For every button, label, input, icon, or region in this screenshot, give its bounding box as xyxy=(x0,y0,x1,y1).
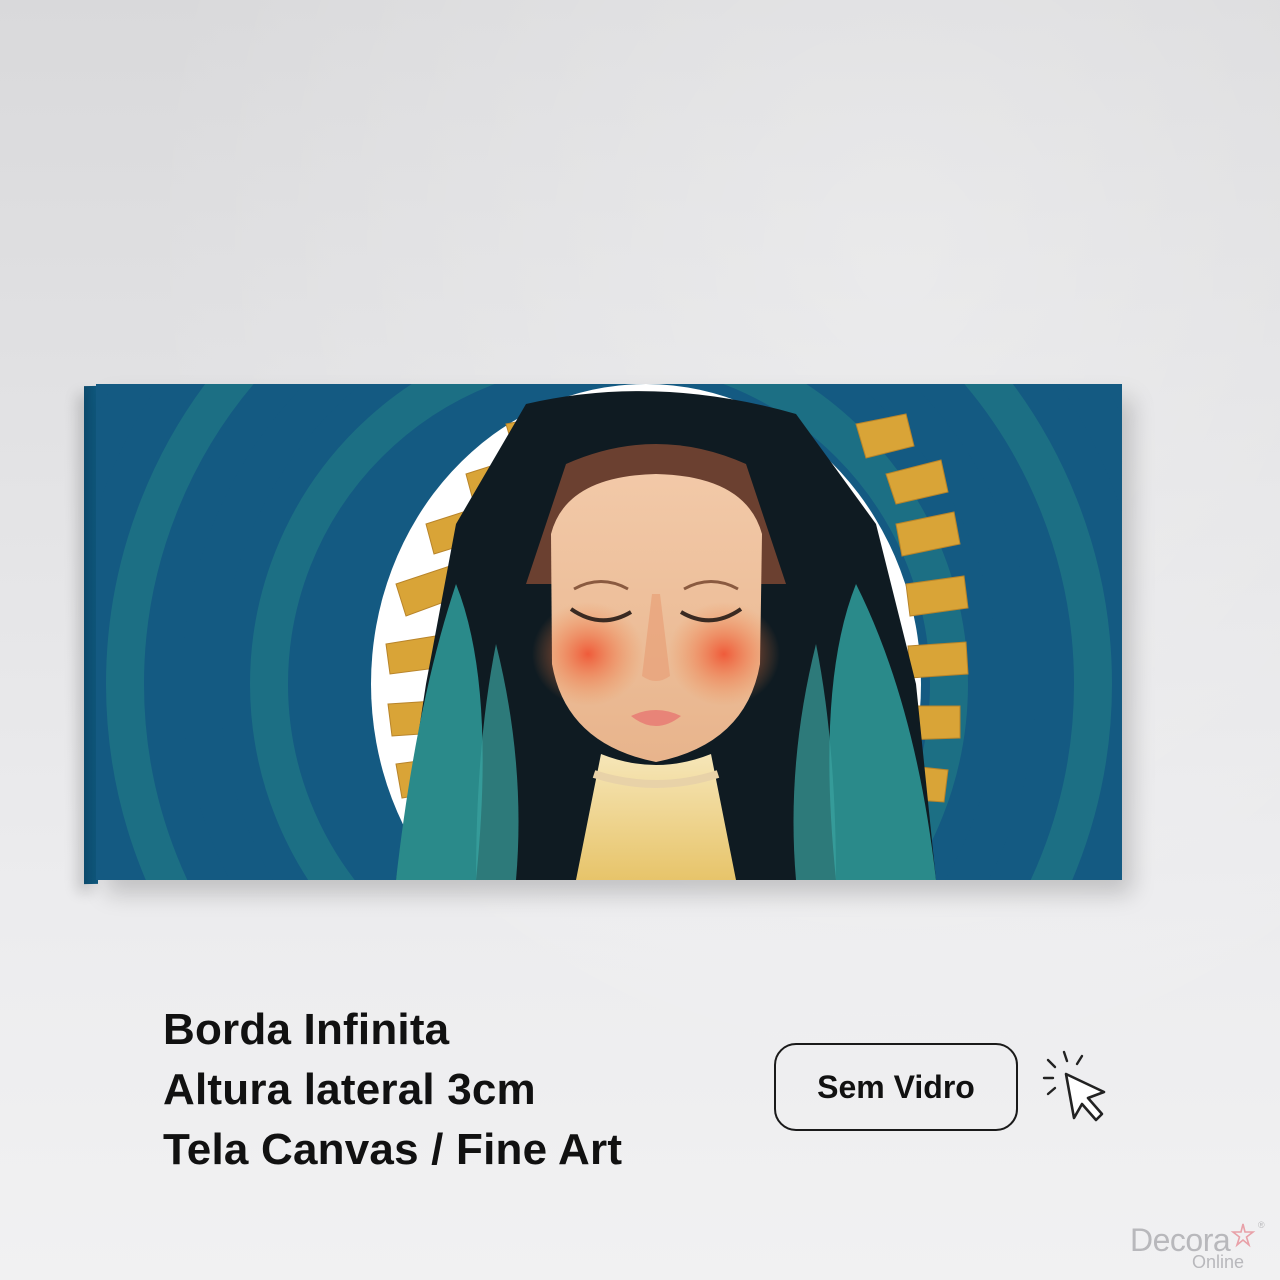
click-cursor-icon xyxy=(1042,1050,1106,1122)
brand-sub: Online xyxy=(1192,1252,1245,1272)
brand-logo: Decora ® Online xyxy=(1130,1220,1270,1276)
flower-star-icon xyxy=(1230,1223,1256,1248)
product-specs: Borda Infinita Altura lateral 3cm Tela C… xyxy=(163,1000,622,1180)
spec-altura: Altura lateral 3cm xyxy=(163,1065,536,1114)
canvas-print xyxy=(96,384,1122,880)
virgin-mary-illustration xyxy=(96,384,1122,880)
sem-vidro-button[interactable]: Sem Vidro xyxy=(774,1043,1018,1131)
spec-material: Tela Canvas / Fine Art xyxy=(163,1125,623,1174)
registered-mark: ® xyxy=(1258,1220,1265,1230)
canvas-artwork xyxy=(84,380,1124,888)
spec-borda: Borda Infinita xyxy=(163,1005,450,1054)
